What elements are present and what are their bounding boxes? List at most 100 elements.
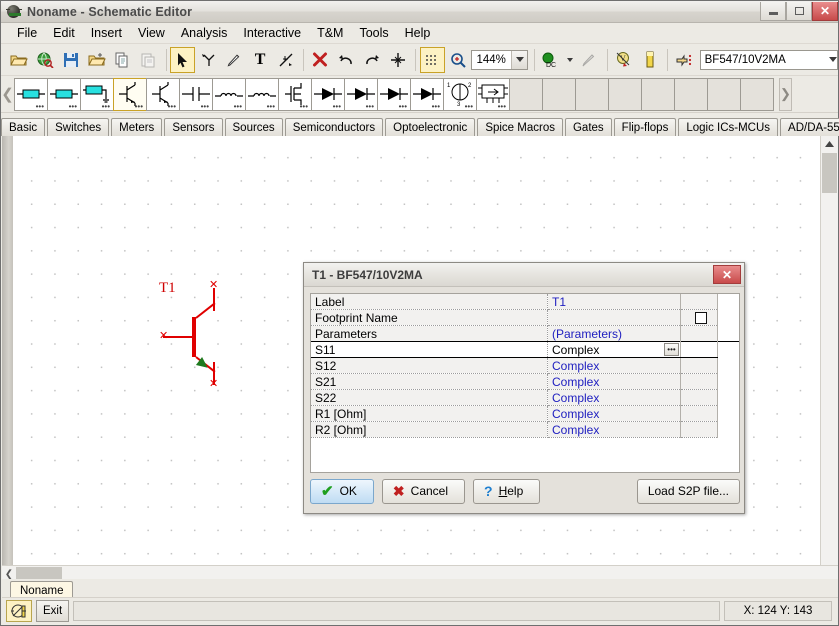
maximize-button[interactable] <box>786 1 812 21</box>
vertical-scroll-thumb[interactable] <box>822 153 837 193</box>
npn-transistor-icon[interactable]: ••• <box>113 77 147 111</box>
property-row[interactable]: S22 Complex <box>311 389 739 406</box>
save-icon[interactable] <box>59 47 84 73</box>
simulate-icon[interactable]: V <box>611 47 636 73</box>
paste-icon[interactable] <box>136 47 161 73</box>
property-value[interactable]: Complex <box>547 405 681 422</box>
tab-basic[interactable]: Basic <box>1 118 46 136</box>
property-value[interactable]: Complex <box>547 357 681 374</box>
property-row[interactable]: R1 [Ohm] Complex <box>311 405 739 422</box>
inductor-icon[interactable]: ••• <box>212 77 246 111</box>
inductor-2-icon[interactable]: ••• <box>245 77 279 111</box>
transformer-icon[interactable]: 1 2 3 ••• <box>443 77 477 111</box>
wire-icon[interactable] <box>196 47 221 73</box>
property-row[interactable]: S12 Complex <box>311 357 739 374</box>
open-icon[interactable] <box>7 47 32 73</box>
property-row[interactable]: R2 [Ohm] Complex <box>311 421 739 438</box>
save-as-icon[interactable] <box>84 47 109 73</box>
sub-circuit-icon[interactable]: ••• <box>476 77 510 111</box>
tab-gates[interactable]: Gates <box>564 118 612 136</box>
properties-grid[interactable]: Label T1 Footprint Name Parameters (Paramete… <box>310 293 740 473</box>
tab-sensors[interactable]: Sensors <box>164 118 223 136</box>
load-s2p-button[interactable]: Load S2P file... <box>636 478 740 504</box>
zener-diode-icon[interactable]: ••• <box>410 77 444 111</box>
tab-flip-flops[interactable]: Flip-flops <box>613 118 677 136</box>
exit-button[interactable]: Exit <box>36 600 70 622</box>
symbol-label-t1[interactable]: T1 <box>159 280 176 297</box>
property-row[interactable]: Label T1 <box>311 294 739 310</box>
pnp-transistor-icon[interactable]: ••• <box>146 77 180 111</box>
property-value[interactable]: Complex ••• <box>547 341 681 358</box>
copy-icon[interactable] <box>110 47 135 73</box>
property-row[interactable]: Footprint Name <box>311 309 739 326</box>
tab-optoelectronic[interactable]: Optoelectronic <box>385 118 476 136</box>
measure-icon[interactable] <box>273 47 298 73</box>
minimize-button[interactable] <box>760 1 786 21</box>
probe-icon[interactable] <box>577 47 602 73</box>
dc-source-icon[interactable]: DC <box>539 47 564 73</box>
component-selector-combo[interactable]: BF547/10V2MA <box>699 49 839 70</box>
menu-item-insert[interactable]: Insert <box>83 24 130 42</box>
pick-component-icon[interactable] <box>672 47 697 73</box>
menu-item-analysis[interactable]: Analysis <box>173 24 236 42</box>
undo-icon[interactable] <box>334 47 359 73</box>
draw-icon[interactable] <box>222 47 247 73</box>
menu-item-edit[interactable]: Edit <box>45 24 83 42</box>
resistor-icon[interactable]: ••• <box>14 77 48 111</box>
diode-icon[interactable]: ••• <box>311 77 345 111</box>
property-ellipsis-button[interactable]: ••• <box>664 343 679 356</box>
chevron-down-icon[interactable] <box>829 57 838 62</box>
property-row[interactable]: Parameters (Parameters) <box>311 325 739 342</box>
redo-icon[interactable] <box>360 47 385 73</box>
menu-item-file[interactable]: File <box>9 24 45 42</box>
property-row[interactable]: S21 Complex <box>311 373 739 390</box>
property-value[interactable]: T1 <box>547 294 681 310</box>
node-icon[interactable] <box>385 47 410 73</box>
diode-3-icon[interactable]: ••• <box>377 77 411 111</box>
component-toolbar-next[interactable]: ❯ <box>779 77 792 111</box>
transistor-symbol-t1[interactable]: ✕ ✕ ✕ <box>159 280 233 390</box>
dialog-close-button[interactable]: ✕ <box>713 265 741 284</box>
tab-spice-macros[interactable]: Spice Macros <box>477 118 563 136</box>
text-icon[interactable]: T <box>248 47 273 73</box>
property-row[interactable]: S11 Complex ••• <box>311 341 739 358</box>
tab-switches[interactable]: Switches <box>47 118 110 136</box>
select-arrow-icon[interactable] <box>170 46 196 73</box>
menu-item-interactive[interactable]: Interactive <box>235 24 309 42</box>
property-value[interactable]: (Parameters) <box>547 325 681 342</box>
help-button[interactable]: ? Help <box>473 478 541 504</box>
chevron-down-icon[interactable] <box>565 47 576 73</box>
menu-item-view[interactable]: View <box>130 24 173 42</box>
vertical-scrollbar[interactable] <box>820 136 838 565</box>
property-value[interactable]: Complex <box>547 373 681 390</box>
component-toolbar-prev[interactable]: ❮ <box>1 78 14 111</box>
zoom-level-combo[interactable]: 144% <box>471 49 529 70</box>
zoom-icon[interactable] <box>446 47 471 73</box>
open-web-icon[interactable] <box>33 47 58 73</box>
cancel-button[interactable]: ✖ Cancel <box>381 478 466 504</box>
battery-icon[interactable] <box>637 47 662 73</box>
tab-ad-da-555[interactable]: AD/DA-555 <box>780 118 839 136</box>
delete-icon[interactable] <box>308 47 333 73</box>
tab-logic-ics-mcus[interactable]: Logic ICs-MCUs <box>678 118 779 136</box>
property-value[interactable]: Complex <box>547 389 681 406</box>
menu-item-help[interactable]: Help <box>397 24 439 42</box>
scroll-up-icon[interactable] <box>821 136 838 151</box>
resistor-ground-icon[interactable]: ••• <box>80 77 114 111</box>
grid-icon[interactable] <box>419 46 445 73</box>
menu-item-tm[interactable]: T&M <box>309 24 351 42</box>
simulation-icon[interactable] <box>6 600 32 622</box>
tab-meters[interactable]: Meters <box>111 118 163 136</box>
ok-button[interactable]: ✔ OK <box>310 478 374 504</box>
visibility-checkbox[interactable] <box>695 311 707 324</box>
mosfet-icon[interactable]: ••• <box>278 77 312 111</box>
tab-sources[interactable]: Sources <box>224 118 283 136</box>
capacitor-icon[interactable]: ••• <box>179 77 213 111</box>
property-value[interactable] <box>547 309 681 326</box>
menu-item-tools[interactable]: Tools <box>351 24 396 42</box>
diode-2-icon[interactable]: ••• <box>344 77 378 111</box>
property-value[interactable]: Complex <box>547 421 681 438</box>
close-button[interactable]: ✕ <box>812 1 838 21</box>
resistor-2-icon[interactable]: ••• <box>47 77 81 111</box>
tab-semiconductors[interactable]: Semiconductors <box>284 118 384 136</box>
